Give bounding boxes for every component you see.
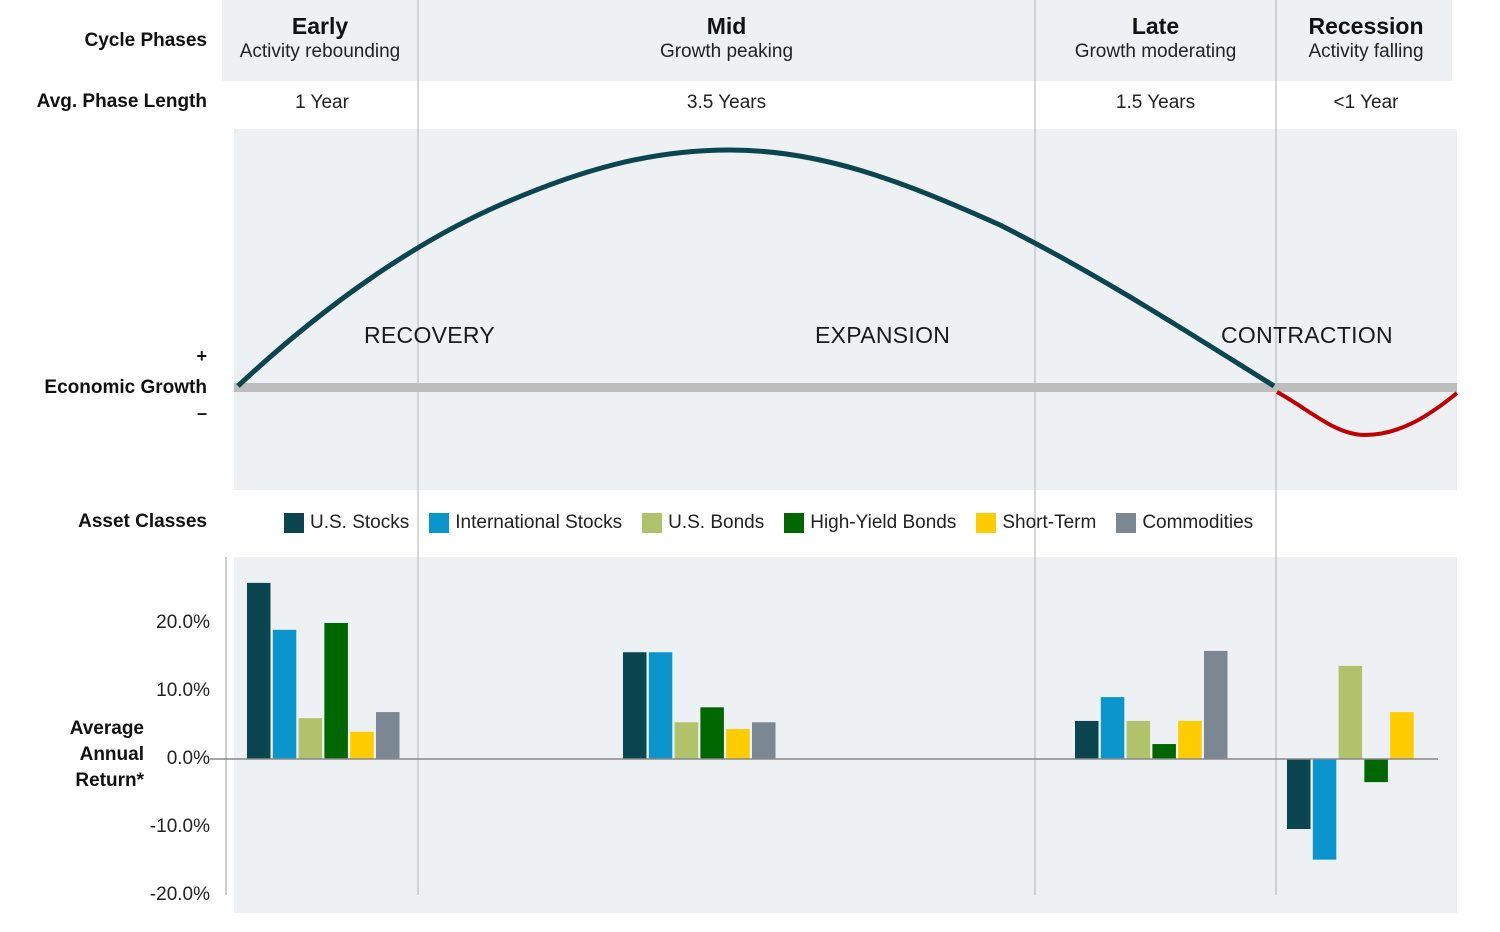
bar-u-s-bonds-early <box>298 718 323 759</box>
bar-high-yield-bonds-mid <box>700 707 724 759</box>
legend-swatch <box>976 513 997 533</box>
chart-svg <box>210 0 1459 895</box>
legend-item: Commodities <box>1116 512 1253 534</box>
legend-label: High-Yield Bonds <box>810 512 957 533</box>
legend-item: High-Yield Bonds <box>784 512 956 534</box>
legend-swatch <box>784 513 805 533</box>
bar-international-stocks-late <box>1100 697 1125 759</box>
legend-label: International Stocks <box>455 512 623 533</box>
bar-high-yield-bonds-late <box>1152 744 1176 759</box>
y-tick-label: 20.0% <box>156 612 210 633</box>
bar-commodities-early <box>376 712 400 759</box>
y-tick-label: 10.0% <box>156 680 210 701</box>
y-axis-title-line: Annual <box>79 744 144 765</box>
bar-u-s-stocks-recession <box>1287 759 1311 830</box>
legend-swatch <box>642 513 663 533</box>
bar-commodities-late <box>1204 650 1228 759</box>
legend-item: U.S. Bonds <box>642 512 764 534</box>
growth-curve <box>236 147 1276 389</box>
y-axis-title: Average Annual Return* <box>40 716 144 794</box>
legend-swatch <box>1116 513 1137 533</box>
asset-classes-label: Asset Classes <box>78 511 207 532</box>
legend-label: U.S. Stocks <box>310 512 410 533</box>
expansion-label: EXPANSION <box>815 322 951 348</box>
bar-international-stocks-mid <box>648 652 673 759</box>
legend-label: U.S. Bonds <box>668 512 765 533</box>
bar-international-stocks-recession <box>1312 759 1337 860</box>
contraction-curve <box>1276 390 1459 438</box>
legend-item: U.S. Stocks <box>284 512 409 534</box>
bar-u-s-bonds-recession <box>1338 665 1363 759</box>
y-axis-title-line: Average <box>69 718 144 739</box>
bar-international-stocks-early <box>272 629 297 759</box>
y-tick-label: -10.0% <box>149 816 210 837</box>
bar-u-s-bonds-mid <box>674 722 699 759</box>
contraction-label: CONTRACTION <box>1221 322 1393 348</box>
bar-high-yield-bonds-recession <box>1364 759 1388 783</box>
bar-short-term-mid <box>726 729 750 759</box>
bar-commodities-mid <box>752 722 776 759</box>
legend-label: Short-Term <box>1002 512 1097 533</box>
recovery-label: RECOVERY <box>364 322 496 348</box>
bar-u-s-stocks-early <box>247 582 271 759</box>
bar-short-term-early <box>350 731 374 759</box>
legend-item: Short-Term <box>976 512 1096 534</box>
legend-label: Commodities <box>1142 512 1254 533</box>
bar-high-yield-bonds-early <box>324 623 348 759</box>
bar-u-s-stocks-late <box>1075 720 1099 759</box>
bar-u-s-bonds-late <box>1126 720 1151 759</box>
y-axis-title-line: Return* <box>75 770 144 791</box>
bar-short-term-recession <box>1390 712 1414 759</box>
legend-swatch <box>284 513 304 533</box>
y-tick-label: 0.0% <box>166 748 210 769</box>
bar-short-term-late <box>1178 720 1202 759</box>
legend-item: International Stocks <box>429 512 622 534</box>
legend-swatch <box>429 513 450 533</box>
bar-u-s-stocks-mid <box>623 652 647 759</box>
y-tick-label: -20.0% <box>149 884 210 905</box>
legend: U.S. Stocks International Stocks U.S. Bond… <box>284 512 1273 534</box>
